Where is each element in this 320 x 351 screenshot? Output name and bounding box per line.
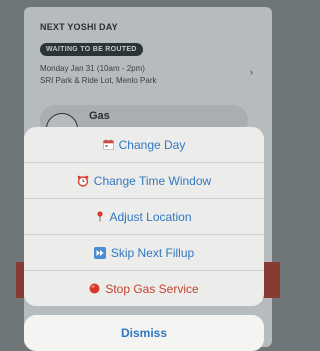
change-time-window-label: Change Time Window <box>93 173 212 188</box>
change-day-label: Change Day <box>118 137 186 152</box>
alarm-clock-icon <box>77 175 89 187</box>
next-yoshi-day-content: NEXT YOSHI DAY WAITING TO BE ROUTED Mond… <box>40 22 260 87</box>
chevron-right-icon: › <box>250 67 253 77</box>
schedule-location: SRI Park & Ride Lot, Menlo Park <box>40 76 157 85</box>
calendar-icon <box>102 139 114 150</box>
next-yoshi-day-title: NEXT YOSHI DAY <box>40 22 118 32</box>
skip-next-fillup-button[interactable]: Skip Next Fillup <box>24 235 264 271</box>
schedule-date: Monday Jan 31 (10am - 2pm) <box>40 64 145 73</box>
stop-gas-service-label: Stop Gas Service <box>105 281 199 296</box>
adjust-location-label: Adjust Location <box>109 209 192 224</box>
dismiss-button[interactable]: Dismiss <box>24 315 264 351</box>
pin-icon <box>96 211 104 222</box>
skip-next-fillup-label: Skip Next Fillup <box>110 245 195 260</box>
adjust-location-button[interactable]: Adjust Location <box>24 199 264 235</box>
status-badge: WAITING TO BE ROUTED <box>40 43 143 56</box>
change-time-window-button[interactable]: Change Time Window <box>24 163 264 199</box>
stop-gas-service-button[interactable]: Stop Gas Service <box>24 271 264 306</box>
action-sheet: Change Day Change Time Window Adjust Loc… <box>24 127 264 306</box>
gas-service-label: Gas <box>89 110 110 122</box>
red-circle-icon <box>89 283 100 294</box>
background-red-banner-left <box>16 262 24 298</box>
schedule-details[interactable]: Monday Jan 31 (10am - 2pm) SRI Park & Ri… <box>40 63 260 87</box>
fast-forward-icon <box>93 246 106 259</box>
background-red-banner-right <box>262 262 280 298</box>
change-day-button[interactable]: Change Day <box>24 127 264 163</box>
